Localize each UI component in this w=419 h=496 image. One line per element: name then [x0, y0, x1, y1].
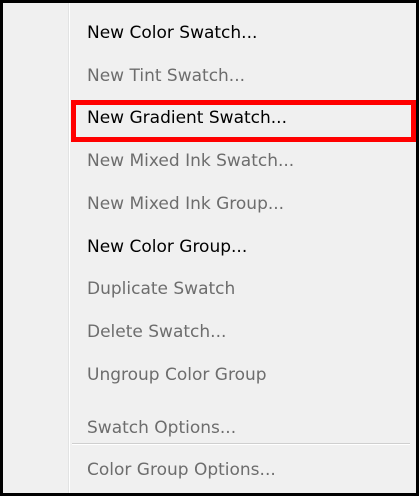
context-menu: New Color Swatch... New Tint Swatch... N…	[0, 0, 419, 496]
menu-icon-gutter	[3, 3, 69, 493]
menu-item-new-tint-swatch: New Tint Swatch...	[87, 66, 246, 86]
menu-item-swatch-options: Swatch Options...	[87, 418, 237, 438]
menu-item-new-color-group[interactable]: New Color Group...	[70, 229, 415, 266]
menu-item-ungroup-color-group: Ungroup Color Group	[87, 365, 267, 385]
menu-item-new-color-swatch[interactable]: New Color Swatch...	[70, 15, 415, 52]
menu-item-new-mixed-ink-swatch: New Mixed Ink Swatch...	[87, 151, 295, 171]
menu-item-color-group-options: Color Group Options...	[87, 460, 276, 480]
menu-item-new-gradient-swatch[interactable]: New Gradient Swatch...	[70, 100, 415, 137]
menu-item-delete-swatch: Delete Swatch...	[87, 322, 227, 342]
menu-item-duplicate-swatch: Duplicate Swatch	[87, 279, 236, 299]
menu-item-new-mixed-ink-group: New Mixed Ink Group...	[87, 194, 285, 214]
